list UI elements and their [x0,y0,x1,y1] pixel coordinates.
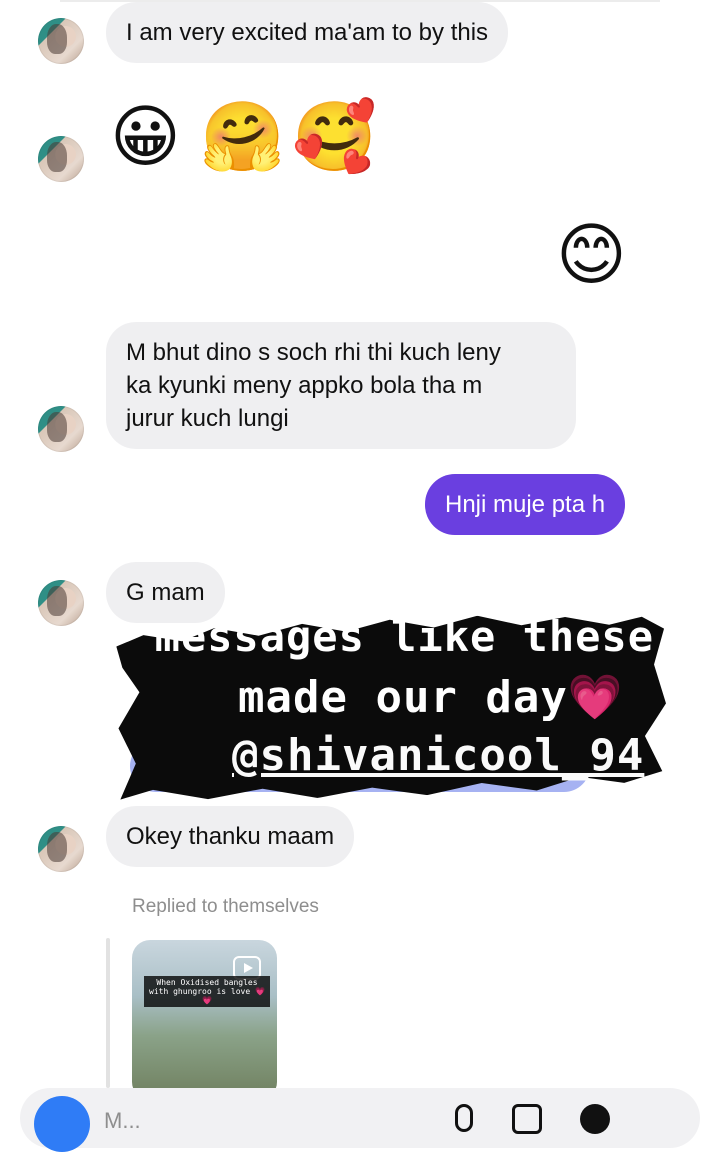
camera-icon[interactable] [34,1096,90,1152]
sender-avatar[interactable] [38,18,84,64]
gallery-icon[interactable] [512,1104,542,1134]
hugging-face-emoji: 🤗 [200,98,285,177]
message-bubble-incoming[interactable]: I am very excited ma'am to by this [106,2,509,63]
overlay-text-line2: made our day💗 [238,672,624,724]
replied-label: Replied to themselves [132,896,319,917]
overlay-handle: @shivanicool_94 [232,730,645,781]
reel-thumbnail[interactable]: When Oxidised bangles with ghungroo is l… [132,940,277,1100]
reply-indicator-bar [106,938,110,1088]
smiling-hearts-emoji: 🥰 [292,98,377,177]
sender-avatar[interactable] [38,136,84,182]
message-input[interactable]: M... [104,1108,141,1134]
heart-icon: 💗 [567,672,624,723]
plus-icon[interactable] [580,1104,610,1134]
sender-avatar[interactable] [38,826,84,872]
microphone-icon[interactable] [455,1104,473,1132]
overlay-made-our-day: made our day [238,672,568,723]
smiling-face-emoji-outgoing[interactable]: 😊 [556,216,627,296]
message-bubble-outgoing[interactable]: Hnji muje pta h [425,474,626,535]
sender-avatar[interactable] [38,580,84,626]
overlay-text-line1: messages like these [154,612,654,661]
grinning-face-emoji: 😀 [110,98,181,177]
reel-caption: When Oxidised bangles with ghungroo is l… [144,976,270,1007]
message-bubble-incoming[interactable]: M bhut dino s soch rhi thi kuch leny ka … [106,322,576,449]
message-bubble-incoming[interactable]: Okey thanku maam [106,806,355,867]
sender-avatar[interactable] [38,406,84,452]
